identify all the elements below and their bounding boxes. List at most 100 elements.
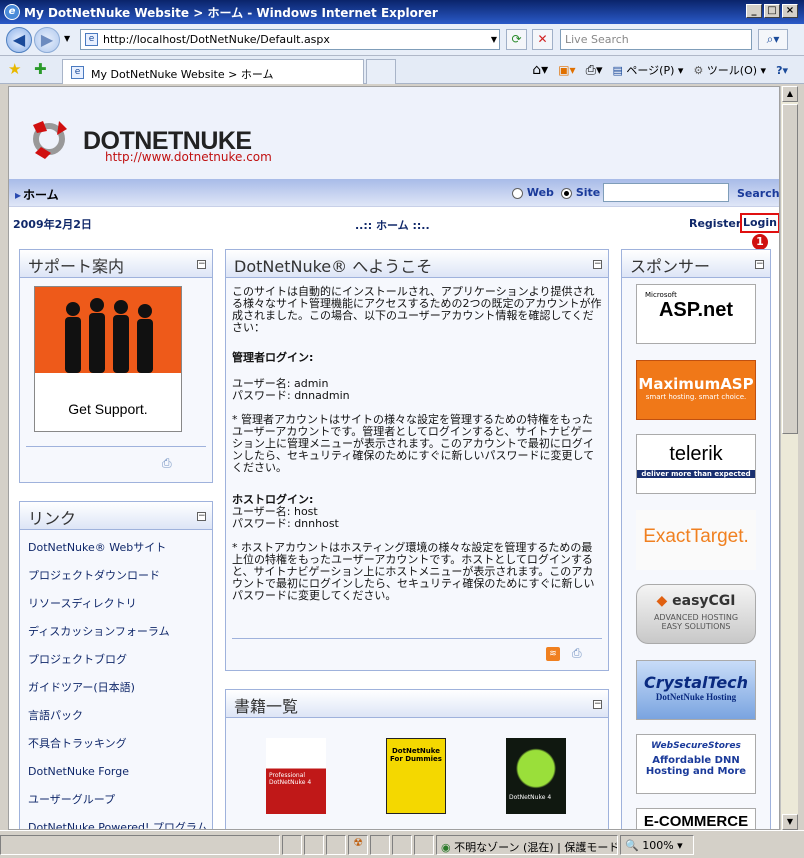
site-search-button[interactable]: Search <box>737 187 779 200</box>
dnn-logo-icon <box>33 121 67 159</box>
history-dropdown-icon[interactable]: ▼ <box>64 34 70 43</box>
search-web-option[interactable]: Web <box>512 186 554 199</box>
book-cover[interactable]: DotNetNuke For Dummies <box>386 738 446 814</box>
vertical-scrollbar[interactable]: ▲ ▼ <box>780 86 798 830</box>
minimize-icon[interactable]: − <box>197 512 206 521</box>
support-image-caption: Get Support. <box>68 401 148 417</box>
link-item[interactable]: DotNetNuke Forge <box>20 758 212 786</box>
sponsors-panel-header: スポンサー − <box>622 250 770 278</box>
divider <box>26 446 206 447</box>
home-icon[interactable]: ⌂▾ <box>532 62 548 78</box>
sponsor-aspnet[interactable]: Microsoft ASP.net <box>636 284 756 344</box>
add-favorites-icon[interactable]: ✚ <box>34 60 47 78</box>
zoom-control[interactable]: 🔍 100% ▾ <box>620 834 694 855</box>
page-icon: e <box>85 33 98 46</box>
scroll-up-icon[interactable]: ▲ <box>782 86 798 102</box>
rss-icon[interactable]: ≋ <box>546 647 560 661</box>
new-tab-button[interactable] <box>366 59 396 84</box>
search-icon[interactable]: ⌕▾ <box>758 29 788 50</box>
welcome-panel: DotNetNuke® へようこそ − このサイトは自動的にインストールされ、アプ… <box>225 249 609 671</box>
link-item[interactable]: リソースディレクトリ <box>20 590 212 618</box>
security-zone[interactable]: ◉ 不明なゾーン (混在) | 保護モード: 無効 <box>436 834 618 855</box>
sponsor-crystaltech[interactable]: CrystalTech DotNetNuke Hosting <box>636 660 756 720</box>
sponsor-websecurestores[interactable]: WebSecureStores Affordable DNN Hosting a… <box>636 734 756 794</box>
welcome-panel-header: DotNetNuke® へようこそ − <box>226 250 608 278</box>
address-bar[interactable]: e http://localhost/DotNetNuke/Default.as… <box>80 29 500 50</box>
sponsor-easycgi[interactable]: ◆ easyCGI ADVANCED HOSTING EASY SOLUTION… <box>636 584 756 644</box>
tab-page-icon: e <box>71 66 84 79</box>
refresh-button[interactable]: ⟳ <box>506 29 527 50</box>
address-dropdown-icon[interactable]: ▼ <box>491 30 497 49</box>
search-site-option[interactable]: Site <box>561 186 600 199</box>
favorites-star-icon[interactable]: ★ <box>8 60 21 78</box>
support-panel: サポート案内 − Get Support. ⎙ <box>19 249 213 483</box>
get-support-image[interactable]: Get Support. <box>34 286 182 432</box>
link-item[interactable]: ガイドツアー(日本語) <box>20 674 212 702</box>
host-note: * ホストアカウントはホスティング環境の様々な設定を管理するための最上位の特権を… <box>232 541 595 602</box>
link-item[interactable]: DotNetNuke® Webサイト <box>20 534 212 562</box>
close-button[interactable]: × <box>782 4 798 18</box>
tools-menu[interactable]: ⚙ ツール(O) ▾ <box>693 62 766 78</box>
link-item[interactable]: ユーザーグループ <box>20 786 212 814</box>
status-pane <box>326 834 346 855</box>
links-panel-header: リンク − <box>20 502 212 530</box>
page-menu[interactable]: ▤ ページ(P) ▾ <box>613 62 684 78</box>
link-item[interactable]: 不具合トラッキング <box>20 730 212 758</box>
sponsor-ecommerce[interactable]: E-COMMERCE <box>636 808 756 829</box>
site-search-input[interactable] <box>603 183 729 202</box>
link-item[interactable]: ディスカッションフォーラム <box>20 618 212 646</box>
books-panel: 書籍一覧 − Professional DotNetNuke 4 DotNetNu… <box>225 689 609 829</box>
minimize-icon[interactable]: − <box>593 700 602 709</box>
breadcrumb: ..:: ホーム ::.. <box>355 219 430 232</box>
privacy-icon[interactable]: ☢ <box>348 834 368 855</box>
print-module-icon[interactable]: ⎙ <box>162 456 172 471</box>
minimize-icon[interactable]: − <box>197 260 206 269</box>
annotation-marker: 1 <box>752 234 768 250</box>
login-link[interactable]: Login <box>740 213 779 233</box>
status-text-area <box>0 834 280 855</box>
feeds-icon[interactable]: ▣▾ <box>558 63 575 77</box>
book-cover[interactable]: DotNetNuke 4 <box>506 738 566 814</box>
brand-url[interactable]: http://www.dotnetnuke.com <box>105 150 272 164</box>
sponsor-maximumasp[interactable]: MaximumASP smart hosting. smart choice. <box>636 360 756 420</box>
minimize-icon[interactable]: − <box>755 260 764 269</box>
site-header: DOTNETNUKE http://www.dotnetnuke.com <box>9 87 779 179</box>
address-toolbar: ◀ ▶ ▼ e http://localhost/DotNetNuke/Defa… <box>0 24 804 56</box>
print-icon[interactable]: ⎙▾ <box>586 63 603 78</box>
tab-title: My DotNetNuke Website > ホーム <box>91 68 274 81</box>
radio-site[interactable] <box>561 187 572 199</box>
links-panel: リンク − DotNetNuke® Webサイト プロジェクトダウンロード リソー… <box>19 501 213 829</box>
link-item[interactable]: DotNetNuke Powered! プログラム <box>20 814 212 829</box>
radio-web[interactable] <box>512 187 523 199</box>
maximize-button[interactable]: □ <box>764 4 780 18</box>
window-title: My DotNetNuke Website > ホーム - Windows In… <box>24 5 438 20</box>
link-item[interactable]: プロジェクトブログ <box>20 646 212 674</box>
tab-toolbar: ★ ✚ e My DotNetNuke Website > ホーム ⌂▾ ▣▾ … <box>0 56 804 84</box>
people-silhouette-icon <box>65 298 153 373</box>
zoom-icon: 🔍 <box>625 838 639 852</box>
forward-button[interactable]: ▶ <box>34 27 60 53</box>
status-pane <box>304 834 324 855</box>
scroll-thumb[interactable] <box>782 104 798 434</box>
register-link[interactable]: Register <box>689 217 741 230</box>
link-item[interactable]: プロジェクトダウンロード <box>20 562 212 590</box>
command-bar: ⌂▾ ▣▾ ⎙▾ ▤ ページ(P) ▾ ⚙ ツール(O) ▾ ?▾ <box>532 62 788 78</box>
search-input[interactable]: Live Search <box>560 29 752 50</box>
sponsor-exacttarget[interactable]: ExactTarget. <box>636 510 756 570</box>
welcome-intro: このサイトは自動的にインストールされ、アプリケーションより提供される様々なサイト… <box>232 285 602 334</box>
status-pane <box>414 834 434 855</box>
sponsor-telerik[interactable]: telerik deliver more than expected <box>636 434 756 494</box>
minimize-button[interactable]: _ <box>746 4 762 18</box>
help-icon[interactable]: ?▾ <box>776 64 788 77</box>
minimize-icon[interactable]: − <box>593 260 602 269</box>
scroll-down-icon[interactable]: ▼ <box>782 814 798 830</box>
link-item[interactable]: 言語パック <box>20 702 212 730</box>
menu-item-home[interactable]: ホーム <box>15 186 59 203</box>
back-button[interactable]: ◀ <box>6 27 32 53</box>
book-cover[interactable]: Professional DotNetNuke 4 <box>266 738 326 814</box>
print-module-icon[interactable]: ⎙ <box>572 646 582 661</box>
browser-tab[interactable]: e My DotNetNuke Website > ホーム <box>62 59 364 84</box>
admin-note: * 管理者アカウントはサイトの様々な設定を管理するための特権をもったユーザーアカ… <box>232 413 595 474</box>
site-menubar: ホーム Web Site Search <box>9 179 779 207</box>
stop-button[interactable]: ✕ <box>532 29 553 50</box>
